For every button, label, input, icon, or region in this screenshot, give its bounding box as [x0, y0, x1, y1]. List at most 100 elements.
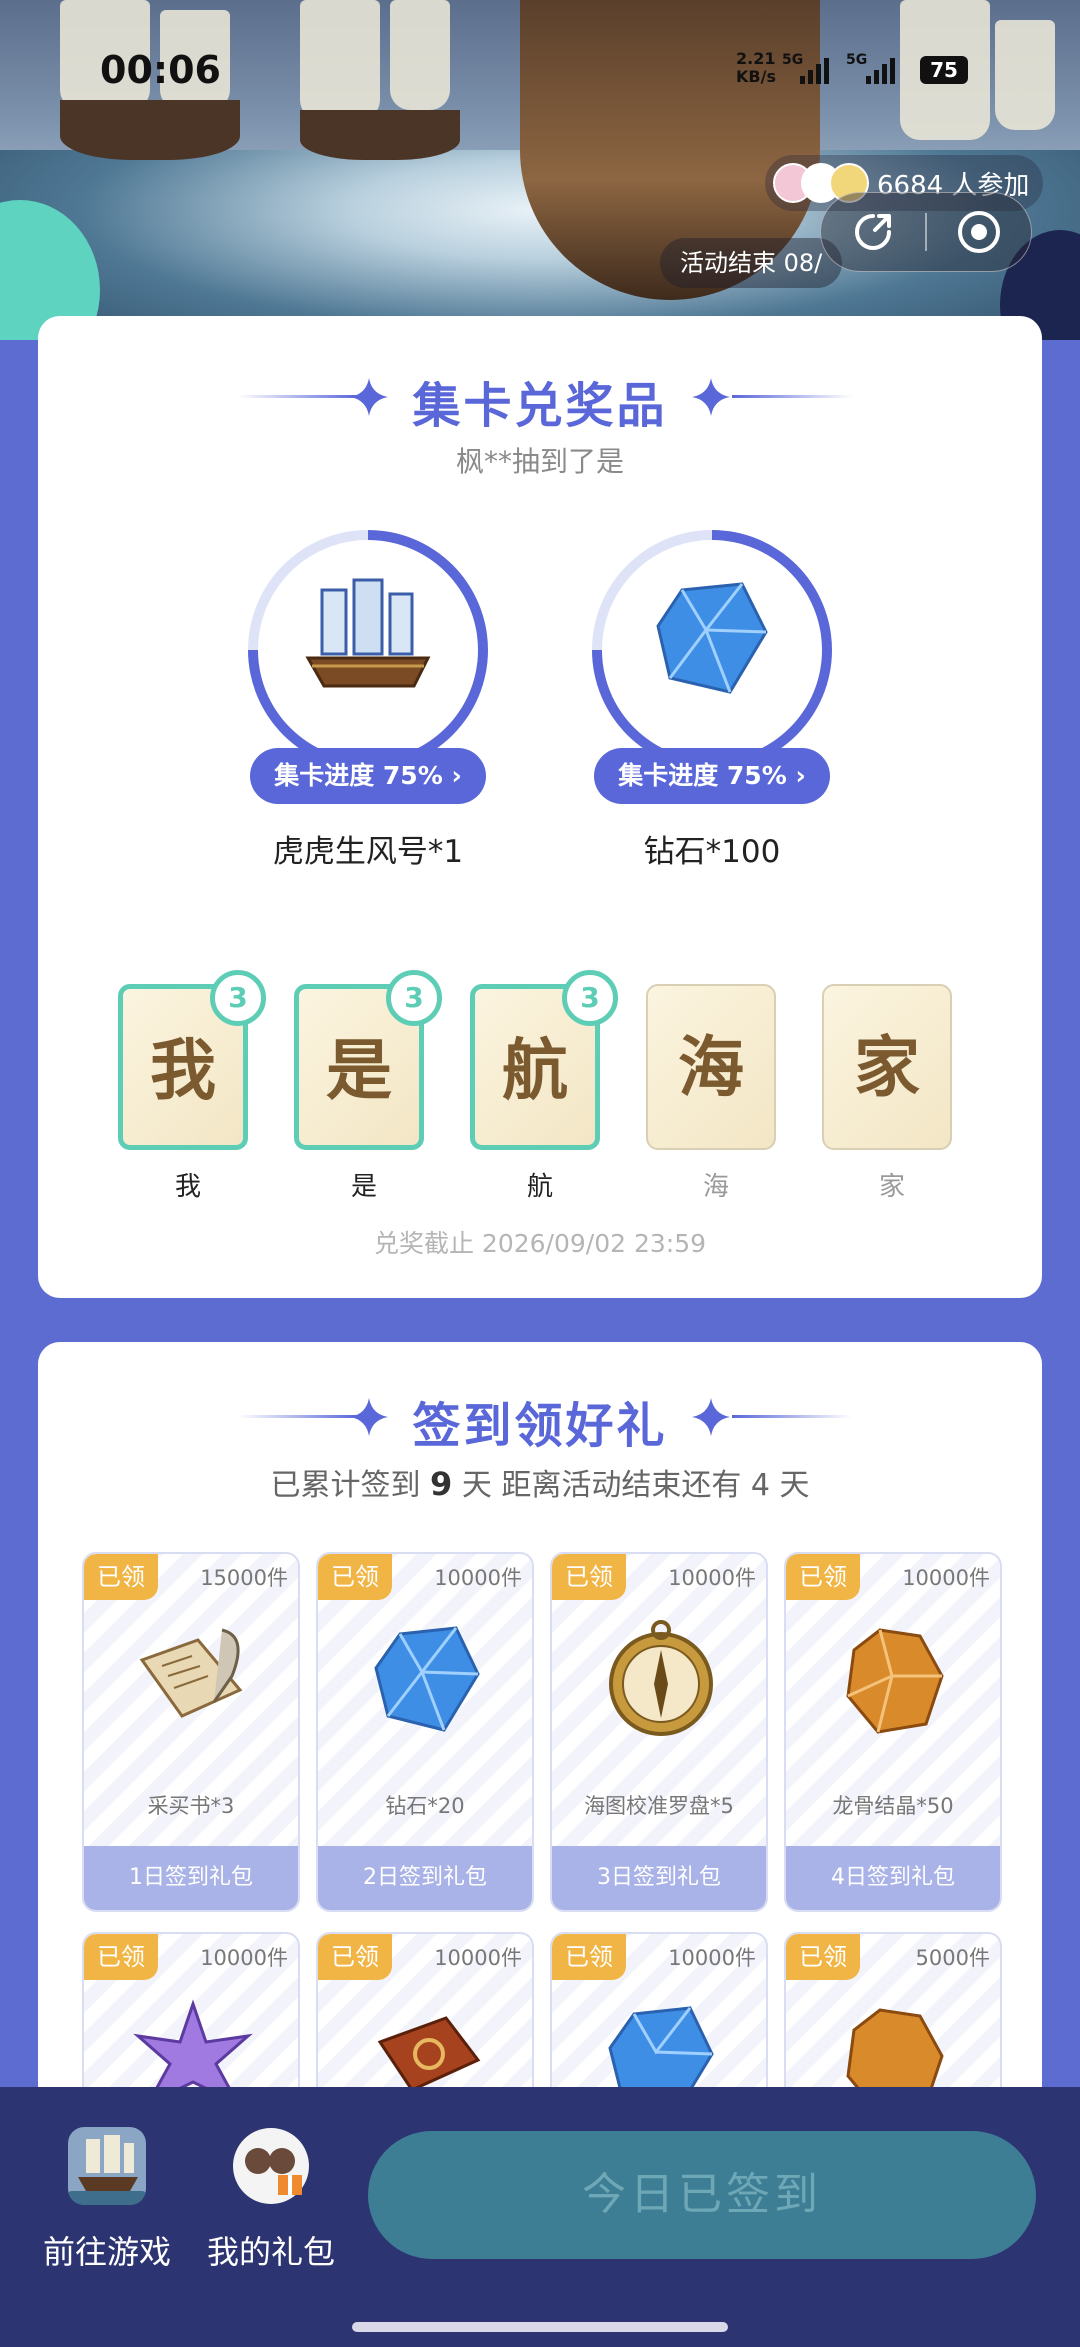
section-title: 集卡兑奖品 — [412, 378, 668, 434]
blue-diamond-icon — [656, 582, 768, 694]
prize-item[interactable]: 集卡进度 75% › 虎虎生风号*1 — [248, 530, 488, 870]
stock-count: 10000件 — [200, 1946, 288, 1970]
close-miniprogram-button[interactable] — [927, 192, 1031, 272]
card-face: 海 — [646, 984, 776, 1150]
card-face: 家 — [822, 984, 952, 1150]
stock-count: 15000件 — [200, 1566, 288, 1590]
sparkle-icon — [692, 378, 730, 416]
progress-label: 集卡进度 75% — [274, 761, 443, 790]
word-card[interactable]: 我 3 我 — [118, 970, 266, 1202]
reward-day-label: 4日签到礼包 — [786, 1846, 1000, 1910]
card-label: 我 — [174, 1172, 201, 1202]
title-divider — [732, 395, 852, 398]
signed-today-button[interactable]: 今日已签到 — [368, 2131, 1036, 2259]
card-count-badge: 3 — [210, 970, 266, 1026]
claimed-badge: 已领 — [552, 1554, 626, 1600]
stock-count: 10000件 — [434, 1946, 522, 1970]
claimed-badge: 已领 — [318, 1934, 392, 1980]
card-count-badge: 3 — [386, 970, 442, 1026]
card-label: 航 — [526, 1172, 553, 1202]
game-app-icon — [68, 2127, 146, 2205]
reward-day-label: 2日签到礼包 — [318, 1846, 532, 1910]
word-card[interactable]: 家 家 — [822, 970, 962, 1202]
bottom-action-bar: 前往游戏 我的礼包 今日已签到 — [0, 2087, 1080, 2347]
my-gifts-label: 我的礼包 — [206, 2233, 335, 2271]
card-glyph: 航 — [502, 1031, 568, 1109]
stock-count: 10000件 — [902, 1566, 990, 1590]
claimed-badge: 已领 — [318, 1554, 392, 1600]
galleon-ship-icon — [305, 578, 431, 688]
network-type: 5G — [846, 52, 868, 68]
reward-tile[interactable]: 已领 15000件 采买书*3 1日签到礼包 — [82, 1552, 300, 1912]
claimed-badge: 已领 — [84, 1554, 158, 1600]
reward-name: 龙骨结晶*50 — [832, 1794, 954, 1818]
card-glyph: 我 — [150, 1031, 216, 1109]
share-button[interactable] — [821, 192, 925, 272]
go-to-game-button[interactable]: 前往游戏 — [32, 2127, 182, 2273]
stock-count: 10000件 — [434, 1566, 522, 1590]
signal-icon — [866, 56, 895, 84]
card-glyph: 海 — [678, 1028, 744, 1106]
reward-day-label: 1日签到礼包 — [84, 1846, 298, 1910]
prize-item[interactable]: 集卡进度 75% › 钻石*100 — [592, 530, 832, 870]
reward-tile[interactable]: 已领 10000件 龙骨结晶*50 4日签到礼包 — [784, 1552, 1002, 1912]
my-gifts-button[interactable]: 我的礼包 — [196, 2127, 346, 2273]
card-glyph: 家 — [854, 1028, 920, 1106]
miniprogram-capsule — [820, 192, 1032, 272]
summary-text: 天 距离活动结束还有 — [461, 1468, 742, 1503]
reward-tile[interactable]: 已领 10000件 钻石*20 2日签到礼包 — [316, 1552, 534, 1912]
signed-days: 9 — [430, 1465, 453, 1503]
card-count-badge: 3 — [562, 970, 618, 1026]
prize-name: 钻石*100 — [643, 834, 781, 870]
card-glyph: 是 — [326, 1031, 392, 1109]
chevron-right-icon: › — [451, 761, 462, 790]
amber-crystal-icon — [846, 1628, 944, 1734]
claimed-badge: 已领 — [552, 1934, 626, 1980]
section-title: 签到领好礼 — [412, 1398, 668, 1454]
scroll-quill-icon — [139, 1628, 243, 1718]
claimed-badge: 已领 — [84, 1934, 158, 1980]
section-header: 集卡兑奖品 — [38, 366, 1042, 434]
progress-pill[interactable]: 集卡进度 75% › — [594, 748, 830, 804]
chevron-right-icon: › — [795, 761, 806, 790]
claimed-badge: 已领 — [786, 1934, 860, 1980]
progress-pill[interactable]: 集卡进度 75% › — [250, 748, 486, 804]
gift-avatar-icon — [233, 2128, 309, 2204]
reward-name: 钻石*20 — [385, 1794, 465, 1818]
section-header: 签到领好礼 — [38, 1386, 1042, 1454]
stock-count: 10000件 — [668, 1566, 756, 1590]
collect-cards-panel: 集卡兑奖品 枫**抽到了是 集卡进度 75% › 虎虎生风号*1 集卡进度 75… — [38, 316, 1042, 1298]
battery-icon: 75 — [920, 56, 968, 84]
stock-count: 5000件 — [915, 1946, 990, 1970]
share-icon — [855, 214, 891, 250]
signal-icon — [800, 56, 829, 84]
reward-name: 海图校准罗盘*5 — [584, 1794, 734, 1818]
word-card[interactable]: 海 海 — [646, 970, 786, 1202]
word-card[interactable]: 是 3 是 — [294, 970, 442, 1202]
stock-count: 10000件 — [668, 1946, 756, 1970]
signin-summary: 已累计签到 9 天 距离活动结束还有 4 天 — [38, 1460, 1042, 1504]
sailing-ship — [60, 100, 240, 160]
progress-label: 集卡进度 75% — [618, 761, 787, 790]
net-speed: 2.21 KB/s — [736, 49, 776, 86]
summary-text: 天 — [779, 1468, 810, 1503]
status-bar: 00:06 2.21 KB/s 5G 5G 75 — [0, 40, 1080, 100]
go-to-game-label: 前往游戏 — [42, 2233, 171, 2271]
activity-end-label: 活动结束 08/ — [660, 238, 843, 288]
reward-tile[interactable]: 已领 10000件 海图校准罗盘*5 3日签到礼包 — [550, 1552, 768, 1912]
reward-day-label: 3日签到礼包 — [552, 1846, 766, 1910]
reward-name: 采买书*3 — [147, 1794, 235, 1818]
prize-name: 虎虎生风号*1 — [272, 834, 464, 870]
sailing-ship — [300, 110, 460, 160]
compass-icon — [609, 1620, 713, 1736]
winner-ticker: 枫**抽到了是 — [455, 445, 624, 478]
blue-diamond-icon — [374, 1626, 480, 1732]
target-icon — [958, 211, 1000, 253]
word-card[interactable]: 航 3 航 — [470, 970, 618, 1202]
claimed-badge: 已领 — [786, 1554, 860, 1600]
home-indicator[interactable] — [352, 2322, 728, 2332]
redeem-deadline: 兑奖截止 2026/09/02 23:59 — [373, 1229, 707, 1258]
clock: 00:06 — [100, 48, 221, 92]
card-label: 是 — [350, 1172, 377, 1202]
summary-text: 已累计签到 — [270, 1468, 421, 1503]
